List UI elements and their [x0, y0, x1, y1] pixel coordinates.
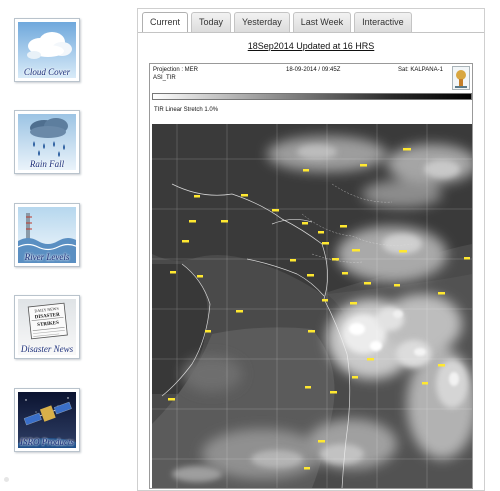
isro-products-tile[interactable]: ISRO Products [14, 388, 80, 452]
channel-label: ASI_TIR [153, 75, 176, 81]
projection-label: Projection : MER [153, 67, 199, 73]
cloud-cover-tile[interactable]: Cloud Cover [14, 18, 80, 82]
satellite-name-label: Sat: KALPANA-1 [398, 67, 443, 73]
tab-divider [138, 32, 484, 33]
satellite-panel: Current Today Yesterday Last Week Intera… [137, 8, 485, 491]
datetime-label: 18-09-2014 / 09:45Z [286, 67, 341, 73]
cloud-cover-label: Cloud Cover [23, 67, 71, 77]
disaster-news-tile[interactable]: DAILY NEWS DISASTER STRIKES Disaster New… [14, 295, 80, 359]
page-marker-dot [4, 477, 9, 482]
tab-current[interactable]: Current [142, 12, 189, 32]
satellite-image-frame[interactable]: Projection : MER ASI_TIR 18-09-2014 / 09… [149, 63, 473, 489]
page: Cloud Cover Rain Fall River Levels DAILY… [0, 0, 500, 491]
tab-last-week[interactable]: Last Week [292, 12, 352, 32]
rain-fall-label: Rain Fall [29, 159, 65, 169]
disaster-news-label: Disaster News [20, 344, 74, 354]
update-title: 18Sep2014 Updated at 16 HRS [247, 41, 375, 51]
stretch-label: TIR Linear Stretch 1.0% [154, 107, 219, 113]
grayscale-bar [152, 93, 472, 100]
river-levels-label: River Levels [24, 252, 70, 262]
rain-fall-tile[interactable]: Rain Fall [14, 110, 80, 174]
tab-bar: Current Today Yesterday Last Week Intera… [142, 12, 415, 32]
river-levels-tile[interactable]: River Levels [14, 203, 80, 267]
tab-today[interactable]: Today [191, 12, 232, 32]
isro-products-label: ISRO Products [20, 437, 74, 447]
tab-interactive[interactable]: Interactive [354, 12, 412, 32]
tab-yesterday[interactable]: Yesterday [234, 12, 290, 32]
satellite-image [152, 124, 472, 488]
isro-emblem-icon [452, 66, 470, 90]
